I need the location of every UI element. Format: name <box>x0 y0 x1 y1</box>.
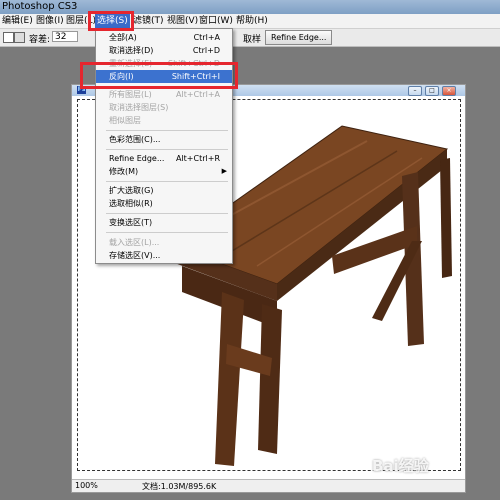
menu-item-color-range[interactable]: 色彩范围(C)... <box>96 133 232 146</box>
new-selection-icon[interactable] <box>3 32 14 43</box>
tolerance-label: 容差: <box>29 35 51 45</box>
menu-item-select-all[interactable]: 全部(A) Ctrl+A <box>96 31 232 44</box>
refine-edge-button[interactable]: Refine Edge... <box>265 30 333 45</box>
menu-item-similar-layers: 相似图层 <box>109 116 141 125</box>
zoom-level[interactable]: 100% <box>75 481 98 490</box>
menu-item-load-selection: 载入选区(L)... <box>109 238 160 247</box>
minimize-icon[interactable]: – <box>408 86 422 96</box>
menu-separator <box>106 181 228 182</box>
menu-item-grow[interactable]: 扩大选取(G) <box>96 184 232 197</box>
add-selection-icon[interactable] <box>14 32 25 43</box>
annotation-box-inverse <box>80 62 238 89</box>
menu-bar: 编辑(E) 图像(I) 图层(L) 选择(S) 滤镜(T) 视图(V) 窗口(W… <box>0 14 500 29</box>
menu-item-transform-selection[interactable]: 变换选区(T) <box>96 216 232 229</box>
menu-item-modify[interactable]: 修改(M) ▶ <box>96 165 232 178</box>
menu-item-save-selection[interactable]: 存储选区(V)... <box>96 249 232 262</box>
app-title-bar: Photoshop CS3 <box>0 0 500 14</box>
app-title: Photoshop CS3 <box>2 1 78 12</box>
menu-help[interactable]: 帮助(H) <box>234 14 270 28</box>
submenu-arrow-icon: ▶ <box>221 167 227 175</box>
menu-item-deselect[interactable]: 取消选择(D) Ctrl+D <box>96 44 232 57</box>
sample-all-layers-label[interactable]: 取样 <box>243 32 261 45</box>
annotation-box-select-menu <box>88 11 134 31</box>
maximize-icon[interactable]: □ <box>425 86 439 96</box>
tolerance-input[interactable]: 32 <box>52 31 78 42</box>
menu-separator <box>106 213 228 214</box>
menu-separator <box>106 149 228 150</box>
close-icon[interactable]: × <box>442 86 456 96</box>
menu-filter[interactable]: 滤镜(T) <box>131 14 166 28</box>
menu-separator <box>106 232 228 233</box>
menu-item-all-layers: 所有图层(L) Alt+Ctrl+A <box>109 90 220 99</box>
menu-edit[interactable]: 编辑(E) <box>0 14 35 28</box>
menu-view[interactable]: 视图(V) <box>165 14 200 28</box>
menu-item-refine-edge[interactable]: Refine Edge... Alt+Ctrl+R <box>96 152 232 165</box>
menu-item-similar[interactable]: 选取相似(R) <box>96 197 232 210</box>
menu-window[interactable]: 窗口(W) <box>197 14 235 28</box>
menu-image[interactable]: 图像(I) <box>34 14 66 28</box>
menu-separator <box>106 130 228 131</box>
watermark: Bai经验 <box>372 457 429 475</box>
document-status-bar: 100% 文档:1.03M/895.6K <box>72 479 465 492</box>
menu-item-deselect-layers: 取消选择图层(S) <box>109 103 169 112</box>
options-bar: 容差: 32 取样 Refine Edge... <box>0 29 500 47</box>
document-info[interactable]: 文档:1.03M/895.6K <box>142 481 216 492</box>
